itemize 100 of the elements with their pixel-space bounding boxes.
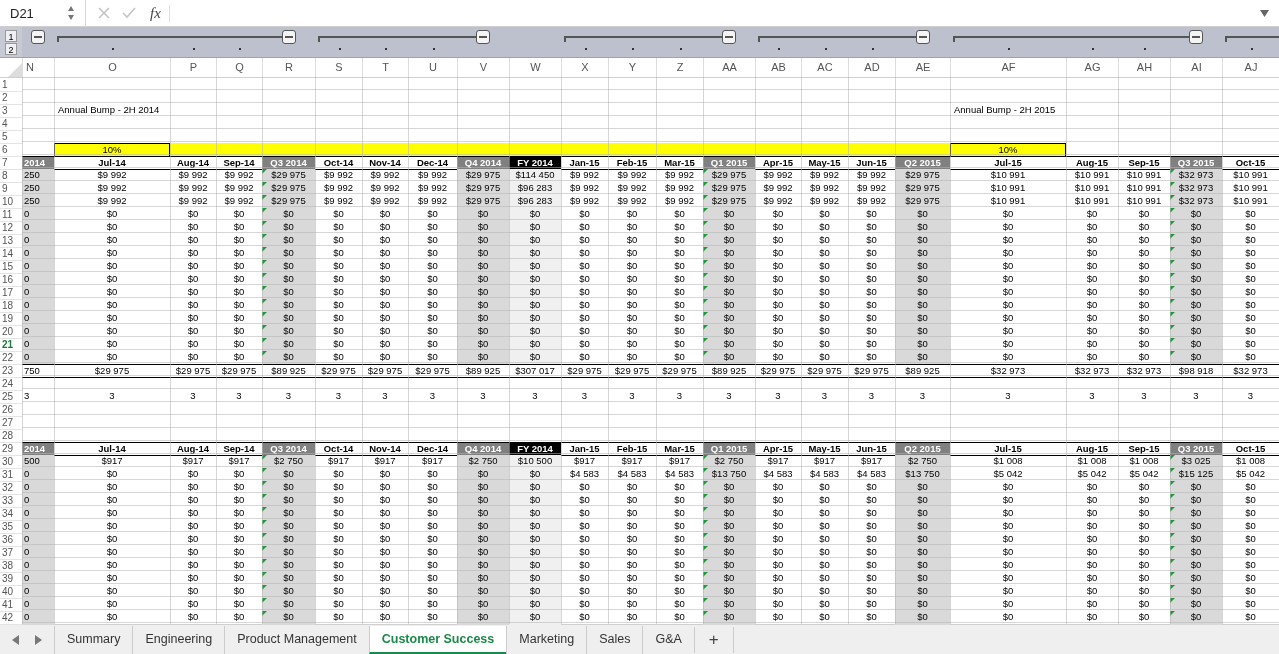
expand-caret-icon[interactable] [1260,9,1269,17]
sheet-tab[interactable]: Product Management [224,625,369,654]
column-header[interactable]: R [262,58,315,78]
column-title-cell: Q4 2014 [457,156,509,171]
row-header[interactable]: 26 [0,403,22,418]
table-cell-text: 3 [108,390,116,404]
column-header[interactable]: AB [755,58,801,78]
sheet-tab[interactable]: Sales [586,625,643,654]
table-cell-text: $0 [625,611,639,625]
collapse-button[interactable] [722,30,736,44]
row-header[interactable]: 3 [0,104,22,119]
sheet-tab[interactable]: Engineering [132,625,225,654]
collapse-button[interactable] [476,30,490,44]
table-cell-text: $0 [105,468,119,482]
table-cell-text: $0 [232,494,246,508]
table-cell-text: $0 [1085,299,1099,313]
add-sheet-button[interactable]: + [693,626,734,653]
table-cell-text: $0 [186,312,200,326]
table-cell-text: $0 [865,533,878,547]
table-cell-text: $0 [426,234,439,248]
column-header[interactable]: AA [703,58,755,78]
table-cell-text: $0 [865,234,878,248]
table-cell: $0 [1170,351,1222,366]
outline-level-button[interactable]: 2 [5,42,17,55]
table-cell-text: $0 [625,520,639,534]
table-cell-text: $0 [232,585,246,599]
row-header[interactable]: 1 [0,78,22,93]
table-cell-text: $9 992 [416,195,449,209]
column-header[interactable]: P [170,58,216,78]
function-button[interactable]: fx [150,4,170,22]
table-cell: $0 [457,533,509,548]
table-cell: 0 [22,312,54,327]
column-header[interactable]: Q [216,58,262,78]
table-cell-text: $0 [625,481,639,495]
row-header[interactable]: 23 [0,364,22,379]
table-cell-text: $0 [332,234,345,248]
table-cell-text: $0 [332,572,345,586]
column-header[interactable]: Z [656,58,703,78]
table-cell-text: $0 [105,260,119,274]
table-cell-text: $0 [232,325,246,339]
row-header[interactable]: 24 [0,377,22,392]
collapse-button[interactable] [281,30,296,44]
table-cell: 0 [22,481,54,496]
table-cell: $0 [895,299,950,314]
sheet-tab[interactable]: G&A [642,625,694,654]
row-header[interactable]: 5 [0,130,22,145]
row-header[interactable]: 4 [0,117,22,132]
table-cell: $0 [1170,208,1222,223]
highlighted-cell [408,143,457,158]
column-header[interactable]: T [362,58,408,78]
table-cell-text: $0 [865,208,878,222]
table-cell: $32 973 [1222,364,1279,379]
collapse-button[interactable] [1189,30,1203,44]
table-cell: $0 [262,325,315,340]
column-header[interactable]: AI [1170,58,1222,78]
table-cell-text: $0 [332,221,345,235]
table-cell-text: $0 [332,494,345,508]
column-header[interactable]: O [54,58,170,78]
row-header[interactable]: 6 [0,143,22,158]
table-cell: $0 [895,611,950,626]
table-cell-text: $0 [865,247,878,261]
table-cell-text: $0 [232,468,246,482]
table-cell-text: $0 [378,507,392,521]
column-header[interactable]: X [561,58,608,78]
column-header[interactable]: Y [608,58,656,78]
check-icon[interactable] [122,7,136,19]
sheet-tab[interactable]: Summary [54,625,133,654]
table-cell-text: $0 [105,286,119,300]
column-header[interactable]: AH [1118,58,1170,78]
column-header[interactable]: U [408,58,457,78]
table-cell-text: $0 [771,221,785,235]
row-header[interactable]: 25 [0,390,22,405]
row-header[interactable]: 2 [0,91,22,106]
column-header[interactable]: AE [895,58,950,78]
column-header[interactable]: AF [950,58,1066,78]
previous-sheet-icon[interactable] [12,634,19,645]
column-header[interactable]: N [22,58,54,78]
stepper-icon[interactable] [67,5,75,21]
table-cell: $0 [703,286,755,301]
table-cell-text: $0 [426,351,439,365]
sheet-tab[interactable]: Marketing [506,625,587,654]
next-sheet-icon[interactable] [35,634,42,645]
column-header[interactable]: AD [848,58,895,78]
table-cell: 0 [22,585,54,600]
table-cell-text: $917 [572,455,597,469]
column-header[interactable]: S [315,58,362,78]
sheet-tab[interactable]: Customer Success [368,625,507,654]
table-cell-text: $0 [1137,312,1151,326]
column-header[interactable]: AC [801,58,848,78]
column-header[interactable]: V [457,58,509,78]
outline-level-button[interactable]: 1 [5,29,17,42]
column-header[interactable]: AG [1066,58,1118,78]
column-header[interactable]: W [509,58,561,78]
column-header[interactable]: AJ [1222,58,1279,78]
table-cell: $32 973 [1170,169,1222,184]
row-header[interactable]: 27 [0,416,22,431]
collapse-button[interactable] [915,30,930,44]
name-box[interactable]: D21 [0,0,86,27]
collapse-button[interactable] [31,30,45,44]
row-header[interactable]: 28 [0,429,22,444]
